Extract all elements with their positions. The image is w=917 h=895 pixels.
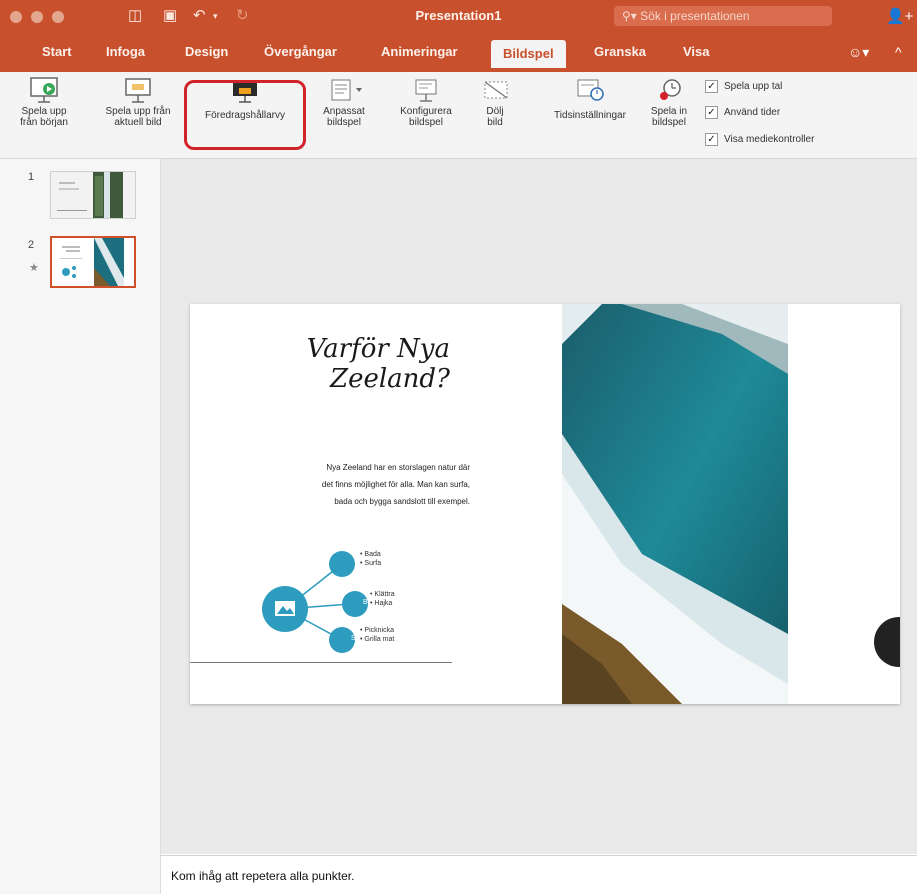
slide-canvas[interactable]: Varför Nya Zeeland? Nya Zeeland har en s…: [190, 304, 900, 704]
share-icon[interactable]: 👤+: [886, 7, 913, 25]
slide-thumbnail-1[interactable]: [50, 171, 136, 219]
custom-show-icon: [331, 79, 362, 101]
slide-body-text[interactable]: Nya Zeeland har en storslagen natur där …: [230, 459, 470, 510]
tab-animeringar[interactable]: Animeringar: [381, 44, 458, 59]
thumbnail-number: 1: [28, 171, 35, 183]
play-from-current-icon: [125, 78, 151, 103]
record-show-icon: [660, 79, 681, 100]
smartart-diagram[interactable]: [250, 534, 450, 664]
collapse-ribbon-icon[interactable]: ^: [895, 44, 902, 60]
slide-thumbnail-2-image: [52, 238, 134, 286]
slide-divider-line: [190, 662, 452, 663]
diagram-node-hav: [329, 551, 355, 577]
diagram-bullets-hav: • Bada • Surfa: [360, 551, 382, 567]
presenter-view-highlight: [184, 80, 306, 150]
slide-title[interactable]: Varför Nya Zeeland?: [230, 334, 450, 394]
search-placeholder: Sök i presentationen: [640, 9, 750, 23]
search-icon: ⚲▾: [622, 9, 641, 23]
ribbon-tabs: Start Infoga Design Övergångar Animering…: [0, 34, 917, 72]
play-from-current-button[interactable]: Spela upp från aktuell bild: [92, 74, 184, 128]
custom-show-button[interactable]: Anpassat bildspel: [312, 74, 376, 128]
notes-pane[interactable]: Kom ihåg att repetera alla punkter.: [161, 855, 917, 895]
presenter-pointer-circle: [874, 617, 900, 667]
tab-visa[interactable]: Visa: [683, 44, 710, 59]
tab-bildspel[interactable]: Bildspel: [491, 40, 566, 68]
notes-text: Kom ihåg att repetera alla punkter.: [171, 869, 355, 883]
checkbox-checked-icon: ✓: [705, 80, 718, 93]
ribbon-toolbar: Spela upp från början Spela upp från akt…: [0, 72, 917, 159]
title-bar: ◫ ▣ ↶ ▾ ↻ Presentation1 ⚲▾ Sök i present…: [0, 0, 917, 34]
slide-thumbnail-2[interactable]: [50, 236, 136, 288]
slide-thumbnail-1-image: [51, 172, 135, 218]
tab-granska[interactable]: Granska: [594, 44, 646, 59]
play-from-start-icon: [30, 77, 58, 103]
smiley-feedback-icon[interactable]: ☺▾: [848, 44, 869, 61]
checkbox-checked-icon: ✓: [705, 106, 718, 119]
play-from-start-button[interactable]: Spela upp från början: [0, 74, 88, 128]
tab-design[interactable]: Design: [185, 44, 228, 59]
search-input[interactable]: ⚲▾ Sök i presentationen: [614, 6, 832, 26]
show-media-controls-checkbox[interactable]: ✓ Visa mediekontroller: [705, 133, 814, 146]
thumbnail-number: 2: [28, 239, 35, 251]
checkbox-checked-icon: ✓: [705, 133, 718, 146]
play-narration-checkbox[interactable]: ✓ Spela upp tal: [705, 80, 782, 93]
ocean-photo[interactable]: [562, 304, 788, 704]
tab-infoga[interactable]: Infoga: [106, 44, 145, 59]
hide-slide-icon: [484, 81, 508, 99]
setup-show-icon: [415, 79, 437, 102]
rehearse-timings-button[interactable]: Tidsinställningar: [540, 74, 640, 121]
diagram-bullets-berg: • Klättra • Hajka: [370, 591, 395, 607]
setup-show-button[interactable]: Konfigurera bildspel: [394, 74, 458, 128]
record-show-button[interactable]: Spela in bildspel: [640, 74, 698, 128]
slide-thumbnails-pane: 1 2 ★: [0, 159, 161, 894]
animation-star-icon: ★: [29, 262, 39, 274]
tab-start[interactable]: Start: [42, 44, 72, 59]
tab-overgangar[interactable]: Övergångar: [264, 44, 337, 59]
hide-slide-button[interactable]: Dölj bild: [470, 74, 520, 128]
diagram-bullets-sommar: • Picknicka • Grilla mat: [360, 627, 395, 643]
rehearse-timings-icon: [577, 79, 604, 101]
use-timings-checkbox[interactable]: ✓ Använd tider: [705, 106, 780, 119]
